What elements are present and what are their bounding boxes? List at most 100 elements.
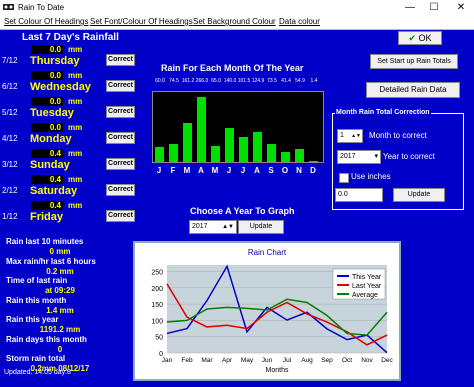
day-name: Friday [30, 211, 64, 223]
day-correct-button[interactable]: Correct [106, 210, 135, 222]
day-date: 6/12 [2, 82, 18, 91]
correction-year-value: 2017 [340, 153, 356, 160]
monthly-chart-title: Rain For Each Month Of The Year [161, 63, 304, 73]
day-name: Sunday [30, 159, 70, 171]
x-tick-label: Aug [301, 357, 313, 364]
x-tick-label: Sep [321, 357, 333, 364]
day-date: 5/12 [2, 108, 18, 117]
legend-label: Average [352, 292, 378, 299]
title-bar: Rain To Date — ☐ ✕ [0, 0, 474, 17]
day-date: 4/12 [2, 134, 18, 143]
choose-year-label: Choose A Year To Graph [190, 206, 295, 216]
x-tick-label: Jun [262, 357, 273, 364]
month-value-label: 65.0 [211, 78, 221, 84]
day-value: 0.0 [31, 71, 63, 80]
use-inches-label: Use inches [351, 172, 391, 181]
day-correct-button[interactable]: Correct [106, 54, 135, 66]
month-letter: S [268, 166, 274, 175]
ok-button[interactable]: ✔ OK [398, 31, 442, 45]
menu-set-font-colour[interactable]: Set Font/Colour Of Headings [90, 17, 193, 26]
month-letter: D [310, 166, 316, 175]
x-tick-label: Dec [381, 357, 393, 364]
correction-title: Month Rain Total Correction [335, 109, 431, 116]
menu-set-colour-of-headings[interactable]: Set Colour Of Headings [4, 17, 89, 26]
correction-year-spinner[interactable]: 2017 ▾ [337, 150, 381, 164]
month-letter: J [240, 166, 246, 175]
day-date: 7/12 [2, 56, 18, 65]
minimize-button[interactable]: — [399, 0, 421, 16]
startup-rain-totals-button[interactable]: Set Start up Rain Totals [370, 54, 458, 69]
month-spinner[interactable]: 1 ▲▼ [337, 129, 363, 143]
x-axis-label: Months [266, 367, 289, 374]
day-name: Wednesday [30, 81, 91, 93]
month-value-label: 1.4 [310, 78, 318, 84]
day-correct-button[interactable]: Correct [106, 106, 135, 118]
x-tick-label: Feb [181, 357, 193, 364]
month-letter: J [156, 166, 162, 175]
month-value-label: 74.5 [169, 78, 179, 84]
x-tick-label: Apr [222, 357, 233, 364]
day-name: Saturday [30, 185, 78, 197]
year-to-correct-label: Year to correct [383, 152, 435, 161]
day-correct-button[interactable]: Correct [106, 158, 135, 170]
line-chart-title: Rain Chart [248, 248, 287, 257]
month-bar [239, 137, 248, 162]
month-value-label: 60.0 [155, 78, 165, 84]
day-value: 0.4 [31, 201, 63, 210]
month-value-label: 101.5 [237, 78, 251, 84]
day-value: 0.0 [31, 97, 63, 106]
month-letter: M [211, 166, 219, 175]
month-bar [267, 144, 276, 162]
correction-update-button[interactable]: Update [393, 188, 445, 202]
y-tick-label: 150 [151, 302, 163, 309]
month-value-label: 140.0 [223, 78, 237, 84]
x-tick-label: Oct [342, 357, 352, 364]
day-correct-button[interactable]: Correct [106, 184, 135, 196]
month-bar [155, 147, 164, 162]
day-unit: mm [68, 97, 83, 106]
stat-label: Time of last rain [6, 276, 68, 285]
rain-chart-svg: Rain Chart050100150200250Jan Feb Mar Apr May… [151, 248, 393, 374]
menu-bar: Set Colour Of Headings Set Font/Colour O… [0, 16, 474, 30]
month-letter: J [226, 166, 232, 175]
x-tick-label: Jan [162, 357, 173, 364]
month-bar [253, 131, 262, 162]
month-value-label: 41.4 [281, 78, 291, 84]
x-tick-label: Mar [201, 357, 213, 364]
detailed-rain-data-button[interactable]: Detailed Rain Data [366, 82, 460, 98]
maximize-button[interactable]: ☐ [423, 0, 445, 16]
stat-value: 0 [57, 344, 63, 354]
month-letter: A [198, 166, 204, 175]
stat-value: 0 mm [49, 247, 71, 256]
use-inches-checkbox[interactable] [339, 173, 349, 183]
month-bar [197, 97, 206, 162]
day-correct-button[interactable]: Correct [106, 132, 135, 144]
menu-data-colour[interactable]: Data colour [279, 17, 320, 26]
year-spinner[interactable]: 2017 ▲▼ [189, 220, 237, 234]
day-date: 3/12 [2, 160, 18, 169]
day-date: 2/12 [2, 186, 18, 195]
month-bar [211, 146, 220, 162]
seven-day-heading: Last 7 Day's Rainfall [22, 32, 119, 43]
main-panel: ✔ OK Last 7 Day's Rainfall 7/12 0.0 mm Thur… [0, 30, 474, 387]
close-button[interactable]: ✕ [450, 0, 472, 16]
month-letter: F [170, 166, 176, 175]
monthly-bar-chart [152, 91, 324, 163]
chart-legend: This Year Last Year Average [332, 268, 386, 300]
month-bar [225, 128, 234, 162]
x-tick-label: May [241, 357, 254, 364]
month-value-label: 54.9 [295, 78, 305, 84]
month-bar [169, 143, 178, 162]
day-correct-button[interactable]: Correct [106, 80, 135, 92]
window-title: Rain To Date [18, 3, 65, 12]
month-letter: M [183, 166, 191, 175]
year-update-button[interactable]: Update [238, 220, 284, 234]
correction-amount-input[interactable]: 0.0 [335, 188, 383, 202]
legend-label: Last Year [352, 283, 382, 290]
day-unit: mm [68, 71, 83, 80]
stat-label: Rain this year [6, 315, 59, 324]
stat-label: Storm rain total [6, 354, 66, 363]
month-bar [183, 122, 192, 162]
menu-set-background-colour[interactable]: Set Background Colour [193, 17, 276, 26]
stat-label: Rain days this month [6, 334, 87, 344]
